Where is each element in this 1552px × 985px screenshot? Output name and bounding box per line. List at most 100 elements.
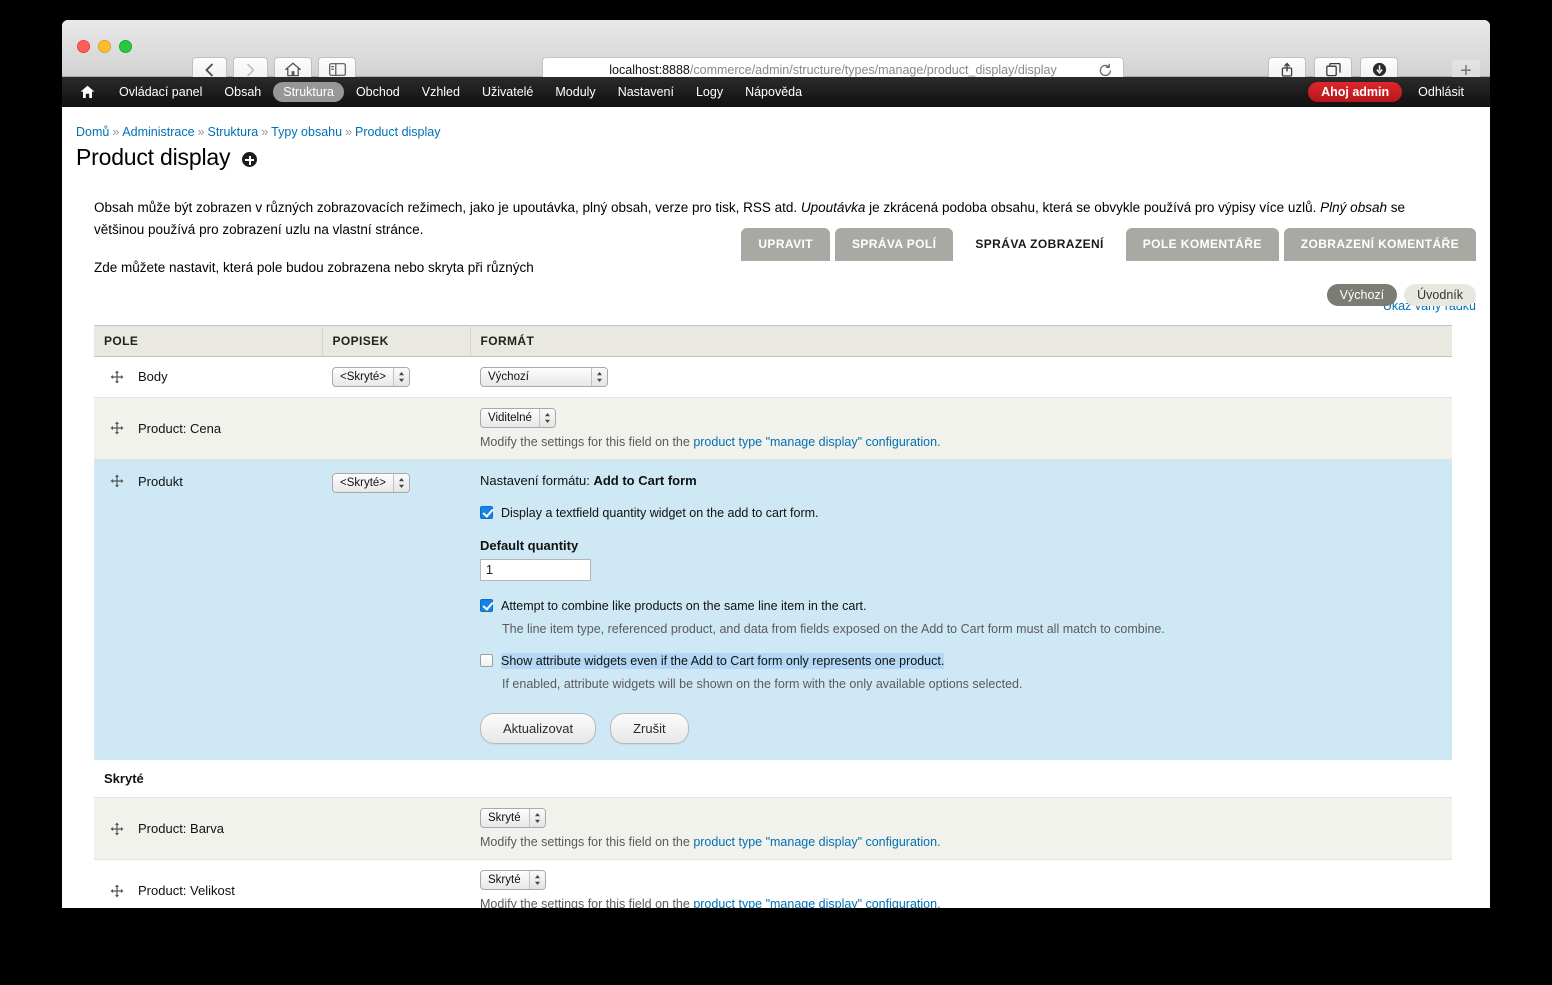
subtab-uvodnik[interactable]: Úvodník bbox=[1404, 284, 1476, 306]
attribute-widgets-checkbox[interactable] bbox=[480, 654, 493, 668]
url-path: /commerce/admin/structure/types/manage/p… bbox=[689, 63, 1057, 77]
region-label-cell: Skryté bbox=[94, 760, 1452, 799]
maximize-window-button[interactable] bbox=[119, 40, 132, 53]
reload-button[interactable] bbox=[1098, 63, 1113, 78]
field-name-wrapper: Produkt bbox=[104, 474, 312, 489]
field-name-label: Product: Cena bbox=[138, 420, 222, 436]
table-row: Product: Barva Skryté Modify the setting… bbox=[94, 797, 1452, 861]
label-display-select[interactable]: <Skryté> bbox=[332, 366, 411, 387]
desc-em-teaser: Upoutávka bbox=[800, 200, 866, 215]
format-cell: Viditelné Modify the settings for this f… bbox=[470, 397, 1452, 460]
toolbar-item-content[interactable]: Obsah bbox=[214, 82, 271, 102]
cancel-button[interactable]: Zrušit bbox=[610, 713, 689, 745]
format-select[interactable]: Skryté bbox=[480, 808, 546, 829]
table-row-settings-open: Produkt <Skryté> Nastavení formátu: Add … bbox=[94, 459, 1452, 761]
breadcrumb-item-administration[interactable]: Administrace bbox=[122, 125, 194, 139]
column-header-field: POLE bbox=[94, 324, 323, 357]
breadcrumb-item-structure[interactable]: Struktura bbox=[208, 125, 259, 139]
attribute-widgets-hint: If enabled, attribute widgets will be sh… bbox=[502, 677, 1023, 692]
format-hint: Modify the settings for this field on th… bbox=[480, 435, 1442, 449]
minimize-window-button[interactable] bbox=[98, 40, 111, 53]
breadcrumb-item-home[interactable]: Domů bbox=[76, 125, 109, 139]
tab-upravit[interactable]: UPRAVIT bbox=[741, 228, 830, 261]
label-cell bbox=[322, 859, 470, 908]
toolbar-item-help[interactable]: Nápověda bbox=[735, 82, 812, 102]
close-window-button[interactable] bbox=[77, 40, 90, 53]
label-cell bbox=[322, 397, 470, 460]
breadcrumb-item-product-display[interactable]: Product display bbox=[355, 125, 440, 139]
drag-handle-icon[interactable] bbox=[110, 370, 124, 384]
quantity-widget-checkbox[interactable] bbox=[480, 505, 493, 519]
checkbox-row-quantity-widget: Display a textfield quantity widget on t… bbox=[480, 505, 1442, 521]
field-name-cell: Product: Cena bbox=[94, 397, 322, 460]
toolbar-item-reports[interactable]: Logy bbox=[686, 82, 733, 102]
breadcrumb-item-content-types[interactable]: Typy obsahu bbox=[271, 125, 342, 139]
drag-handle-icon[interactable] bbox=[110, 884, 124, 898]
select-value: Výchozí bbox=[488, 370, 529, 383]
field-name-label: Produkt bbox=[138, 473, 183, 489]
manage-display-config-link[interactable]: product type "manage display" configurat… bbox=[693, 435, 937, 449]
field-name-label: Body bbox=[138, 369, 168, 385]
format-hint: Modify the settings for this field on th… bbox=[480, 835, 1442, 849]
toolbar-item-configuration[interactable]: Nastavení bbox=[608, 82, 684, 102]
tab-sprava-poli[interactable]: SPRÁVA POLÍ bbox=[834, 228, 954, 261]
table-row: Product: Cena Viditelné Modify the setti… bbox=[94, 397, 1452, 460]
toolbar-item-appearance[interactable]: Vzhled bbox=[412, 82, 470, 102]
manage-display-config-link[interactable]: product type "manage display" configurat… bbox=[693, 835, 937, 849]
manage-display-config-link[interactable]: product type "manage display" configurat… bbox=[693, 897, 937, 908]
tab-pole-komentare[interactable]: POLE KOMENTÁŘE bbox=[1125, 228, 1279, 261]
label-display-select[interactable]: <Skryté> bbox=[332, 472, 411, 493]
format-select[interactable]: Viditelné bbox=[480, 407, 556, 428]
breadcrumb: Domů» Administrace» Struktura» Typy obsahu»… bbox=[76, 125, 1490, 139]
browser-window: localhost:8888/commerce/admin/structure/… bbox=[62, 20, 1490, 908]
toolbar-home-icon[interactable] bbox=[80, 85, 95, 99]
hint-prefix: Modify the settings for this field on th… bbox=[480, 434, 694, 449]
select-value: <Skryté> bbox=[340, 370, 387, 383]
page-title: Product display bbox=[76, 144, 231, 170]
tab-sprava-zobrazeni[interactable]: SPRÁVA ZOBRAZENÍ bbox=[958, 228, 1121, 261]
chevron-updown-icon bbox=[538, 408, 555, 427]
field-name-wrapper: Product: Barva bbox=[104, 821, 312, 836]
settings-title-prefix: Nastavení formátu: bbox=[480, 472, 594, 488]
breadcrumb-separator: » bbox=[345, 125, 353, 139]
field-name-wrapper: Body bbox=[104, 369, 312, 384]
desc-part-a: Obsah může být zobrazen v různých zobraz… bbox=[94, 200, 801, 215]
tab-zobrazeni-komentare[interactable]: ZOBRAZENÍ KOMENTÁŘE bbox=[1283, 228, 1476, 261]
back-chevron-icon bbox=[205, 62, 214, 77]
user-greeting-badge[interactable]: Ahoj admin bbox=[1308, 82, 1403, 102]
chevron-updown-icon bbox=[529, 871, 545, 890]
toolbar-item-store[interactable]: Obchod bbox=[346, 82, 410, 102]
drag-handle-icon[interactable] bbox=[110, 822, 124, 836]
breadcrumb-wrapper: Domů» Administrace» Struktura» Typy obsahu»… bbox=[62, 107, 1490, 139]
toolbar-item-structure[interactable]: Struktura bbox=[273, 82, 344, 102]
contextual-links-plus-icon[interactable] bbox=[242, 152, 258, 167]
format-select[interactable]: Skryté bbox=[480, 870, 546, 891]
drag-handle-icon[interactable] bbox=[110, 421, 124, 435]
hint-suffix: . bbox=[937, 835, 941, 850]
update-button[interactable]: Aktualizovat bbox=[480, 713, 597, 745]
combine-products-checkbox[interactable] bbox=[480, 598, 493, 612]
column-header-label: POPISEK bbox=[322, 324, 471, 357]
window-controls bbox=[77, 40, 132, 53]
chevron-updown-icon bbox=[591, 367, 607, 386]
toolbar-item-modules[interactable]: Moduly bbox=[545, 82, 605, 102]
field-name-cell: Body bbox=[94, 356, 322, 398]
url-host: localhost:8888 bbox=[609, 63, 690, 77]
default-quantity-input[interactable]: 1 bbox=[480, 558, 591, 581]
field-name-cell: Product: Barva bbox=[94, 797, 322, 861]
display-settings-table: POLE POPISEK FORMÁT Body <Skryté> Výchoz… bbox=[94, 324, 1452, 908]
select-value: <Skryté> bbox=[340, 476, 387, 489]
field-name-wrapper: Product: Cena bbox=[104, 421, 312, 436]
toolbar-item-users[interactable]: Uživatelé bbox=[472, 82, 543, 102]
field-name-wrapper: Product: Velikost bbox=[104, 883, 312, 898]
sidebar-icon bbox=[328, 63, 346, 76]
select-value: Skryté bbox=[488, 812, 521, 825]
field-name-label: Product: Velikost bbox=[138, 883, 235, 899]
logout-link[interactable]: Odhlásit bbox=[1408, 82, 1474, 102]
format-select[interactable]: Výchozí bbox=[480, 366, 608, 387]
format-cell: Skryté Modify the settings for this fiel… bbox=[470, 859, 1452, 908]
subtab-vychozi[interactable]: Výchozí bbox=[1326, 284, 1398, 306]
page-content: Domů» Administrace» Struktura» Typy obsahu»… bbox=[62, 107, 1490, 908]
toolbar-item-dashboard[interactable]: Ovládací panel bbox=[109, 82, 212, 102]
drag-handle-icon[interactable] bbox=[110, 474, 124, 488]
